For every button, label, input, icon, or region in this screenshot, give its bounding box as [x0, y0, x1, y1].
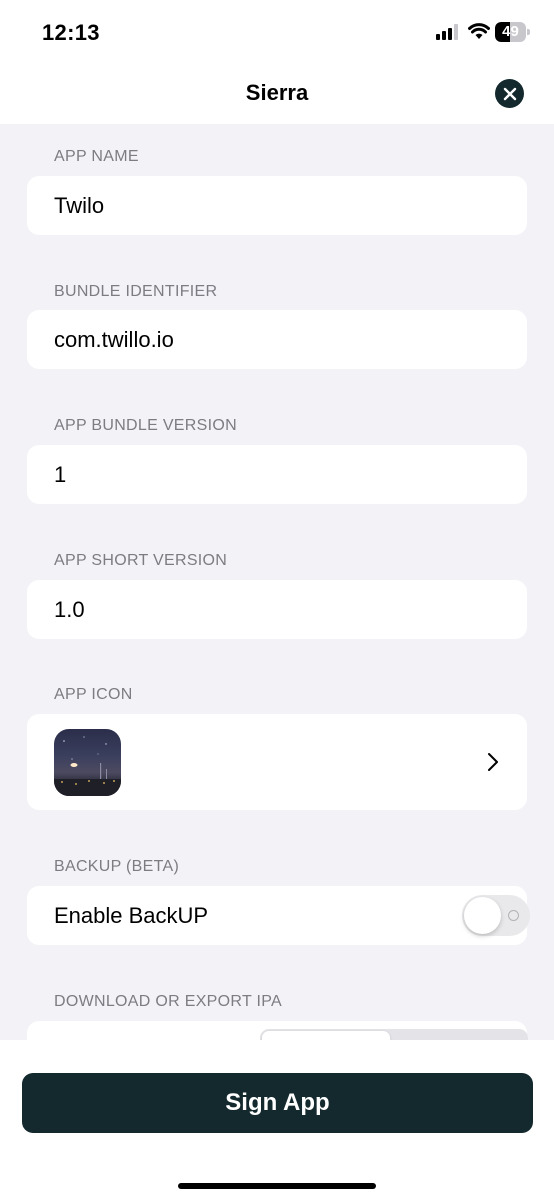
short-version-field[interactable]: 1.0 — [27, 580, 527, 639]
bundle-version-field[interactable]: 1 — [27, 445, 527, 504]
cellular-signal-icon — [436, 24, 460, 45]
app-name-field[interactable]: Twilo — [27, 176, 527, 235]
bundle-identifier-label: BUNDLE IDENTIFIER — [54, 283, 218, 300]
close-icon — [503, 87, 516, 100]
close-button[interactable] — [495, 79, 524, 108]
top-bar: 12:13 49 Sierra — [0, 0, 554, 124]
chevron-right-icon — [487, 752, 499, 777]
wifi-icon — [468, 22, 490, 45]
toggle-knob — [464, 897, 501, 934]
app-icon-image — [54, 729, 121, 796]
toggle-off-indicator — [508, 910, 519, 921]
app-name-value: Twilo — [54, 193, 105, 218]
short-version-value: 1.0 — [54, 597, 85, 622]
bundle-identifier-field[interactable]: com.twillo.io — [27, 310, 527, 369]
download-export-label: DOWNLOAD OR EXPORT IPA — [54, 993, 282, 1010]
app-icon-label: APP ICON — [54, 686, 133, 703]
bundle-version-value: 1 — [54, 462, 67, 487]
app-name-label: APP NAME — [54, 148, 139, 165]
bottom-bar: Sign App — [0, 1040, 554, 1200]
backup-row: Enable BackUP — [27, 886, 530, 945]
status-bar: 12:13 49 — [0, 0, 554, 66]
backup-label: BACKUP (BETA) — [54, 858, 180, 875]
enable-backup-toggle[interactable] — [462, 895, 530, 936]
app-icon-row[interactable] — [27, 714, 527, 810]
bundle-version-label: APP BUNDLE VERSION — [54, 417, 237, 434]
download-export-row — [27, 1021, 528, 1040]
short-version-label: APP SHORT VERSION — [54, 552, 228, 569]
settings-form[interactable]: APP NAME Twilo BUNDLE IDENTIFIER com.twi… — [0, 124, 554, 1040]
enable-backup-label: Enable BackUP — [54, 903, 209, 928]
status-time: 12:13 — [42, 20, 100, 45]
bundle-identifier-value: com.twillo.io — [54, 327, 174, 352]
battery-icon: 49 — [495, 22, 530, 42]
download-export-segmented-control[interactable] — [260, 1029, 528, 1040]
page-title: Sierra — [245, 80, 309, 105]
home-indicator — [178, 1183, 376, 1189]
sign-app-button[interactable]: Sign App — [22, 1073, 533, 1133]
segment-selected[interactable] — [262, 1031, 390, 1040]
battery-percent: 49 — [502, 23, 519, 40]
